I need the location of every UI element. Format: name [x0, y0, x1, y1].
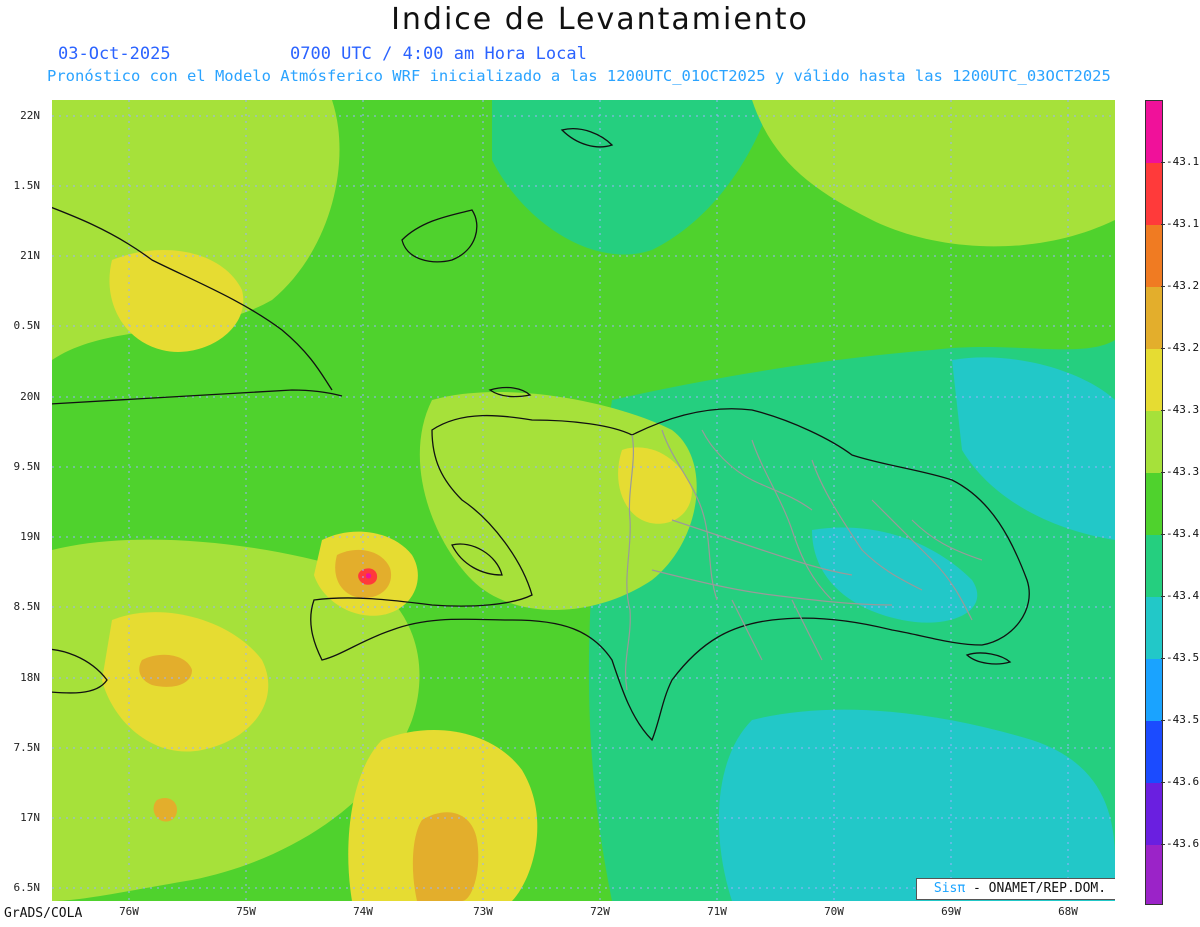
lifted-index-map: Sisπ - ONAMET/REP.DOM. [52, 100, 1115, 901]
colorbar-segment-2 [1146, 225, 1162, 287]
lat-label-21n: 21N [20, 249, 40, 262]
lon-label-68w: 68W [1058, 905, 1078, 918]
colorbar-tick-10 [1161, 782, 1165, 783]
sispi-logo-text: Sisπ [933, 881, 966, 896]
colorbar-label-2: -43.2 [1166, 279, 1200, 292]
map-title: Indice de Levantamiento [391, 2, 809, 37]
colorbar-segment-7 [1146, 535, 1162, 597]
credit-box: Sisπ - ONAMET/REP.DOM. [916, 878, 1115, 900]
magenta-core-cyclone [366, 573, 372, 579]
lat-label-21-5n: 1.5N [13, 179, 41, 192]
colorbar-tick-11 [1161, 844, 1165, 845]
lon-label-70w: 70W [824, 905, 844, 918]
colorbar-segment-12 [1146, 845, 1162, 904]
colorbar-label-5: -43.3 [1166, 465, 1200, 478]
colorbar-tick-6 [1161, 534, 1165, 535]
lon-label-75w: 75W [236, 905, 256, 918]
colorbar-segment-10 [1146, 721, 1162, 783]
colorbar-tick-2 [1161, 286, 1165, 287]
lat-label-20-5n: 0.5N [13, 319, 41, 332]
credit-org-text: - ONAMET/REP.DOM. [965, 881, 1107, 896]
colorbar-label-0: -43.1 [1166, 155, 1200, 168]
lon-label-69w: 69W [941, 905, 961, 918]
lat-label-17-5n: 7.5N [13, 741, 41, 754]
colorbar-tick-3 [1161, 348, 1165, 349]
lat-label-20n: 20N [20, 390, 40, 403]
colorbar-tick-7 [1161, 596, 1165, 597]
lon-label-74w: 74W [353, 905, 373, 918]
grads-footer: GrADS/COLA [4, 906, 83, 921]
lon-label-76w: 76W [119, 905, 139, 918]
lon-label-72w: 72W [590, 905, 610, 918]
lat-label-18-5n: 8.5N [13, 600, 41, 613]
colorbar-label-9: -43.5 [1166, 713, 1200, 726]
colorbar-tick-1 [1161, 224, 1165, 225]
colorbar-segment-9 [1146, 659, 1162, 721]
forecast-subtitle: Pronóstico con el Modelo Atmósferico WRF… [47, 67, 1111, 85]
lat-label-19n: 19N [20, 530, 40, 543]
teal-zone-north [492, 100, 772, 255]
colorbar-label-1: -43.1 [1166, 217, 1200, 230]
lightgreen-zone-top-right [752, 100, 1115, 247]
great-inagua [401, 209, 478, 263]
colorbar-segment-4 [1146, 349, 1162, 411]
colorbar-label-10: -43.6 [1166, 775, 1200, 788]
colorbar-tick-9 [1161, 720, 1165, 721]
lon-label-71w: 71W [707, 905, 727, 918]
colorbar-tick-4 [1161, 410, 1165, 411]
forecast-time: 0700 UTC / 4:00 am Hora Local [290, 44, 587, 64]
lat-label-22n: 22N [20, 109, 40, 122]
colorbar-label-11: -43.6 [1166, 837, 1200, 850]
colorbar-segment-3 [1146, 287, 1162, 349]
colorbar-label-7: -43.4 [1166, 589, 1200, 602]
lon-label-73w: 73W [473, 905, 493, 918]
colorbar-label-3: -43.2 [1166, 341, 1200, 354]
colorbar-label-4: -43.3 [1166, 403, 1200, 416]
colorbar-tick-0 [1161, 162, 1165, 163]
lat-label-19-5n: 9.5N [13, 460, 41, 473]
colorbar-label-8: -43.5 [1166, 651, 1200, 664]
lat-label-16-5n: 6.5N [13, 881, 41, 894]
lat-label-17n: 17N [20, 811, 40, 824]
colorbar-segment-6 [1146, 473, 1162, 535]
map-field-svg [52, 100, 1115, 901]
colorbar-tick-8 [1161, 658, 1165, 659]
colorbar-segment-11 [1146, 783, 1162, 845]
forecast-date: 03-Oct-2025 [58, 44, 171, 64]
colorbar [1145, 100, 1163, 905]
colorbar-segment-8 [1146, 597, 1162, 659]
colorbar-label-6: -43.4 [1166, 527, 1200, 540]
colorbar-segment-1 [1146, 163, 1162, 225]
colorbar-segment-5 [1146, 411, 1162, 473]
colorbar-segment-0 [1146, 101, 1162, 163]
lat-label-18n: 18N [20, 671, 40, 684]
colorbar-tick-5 [1161, 472, 1165, 473]
